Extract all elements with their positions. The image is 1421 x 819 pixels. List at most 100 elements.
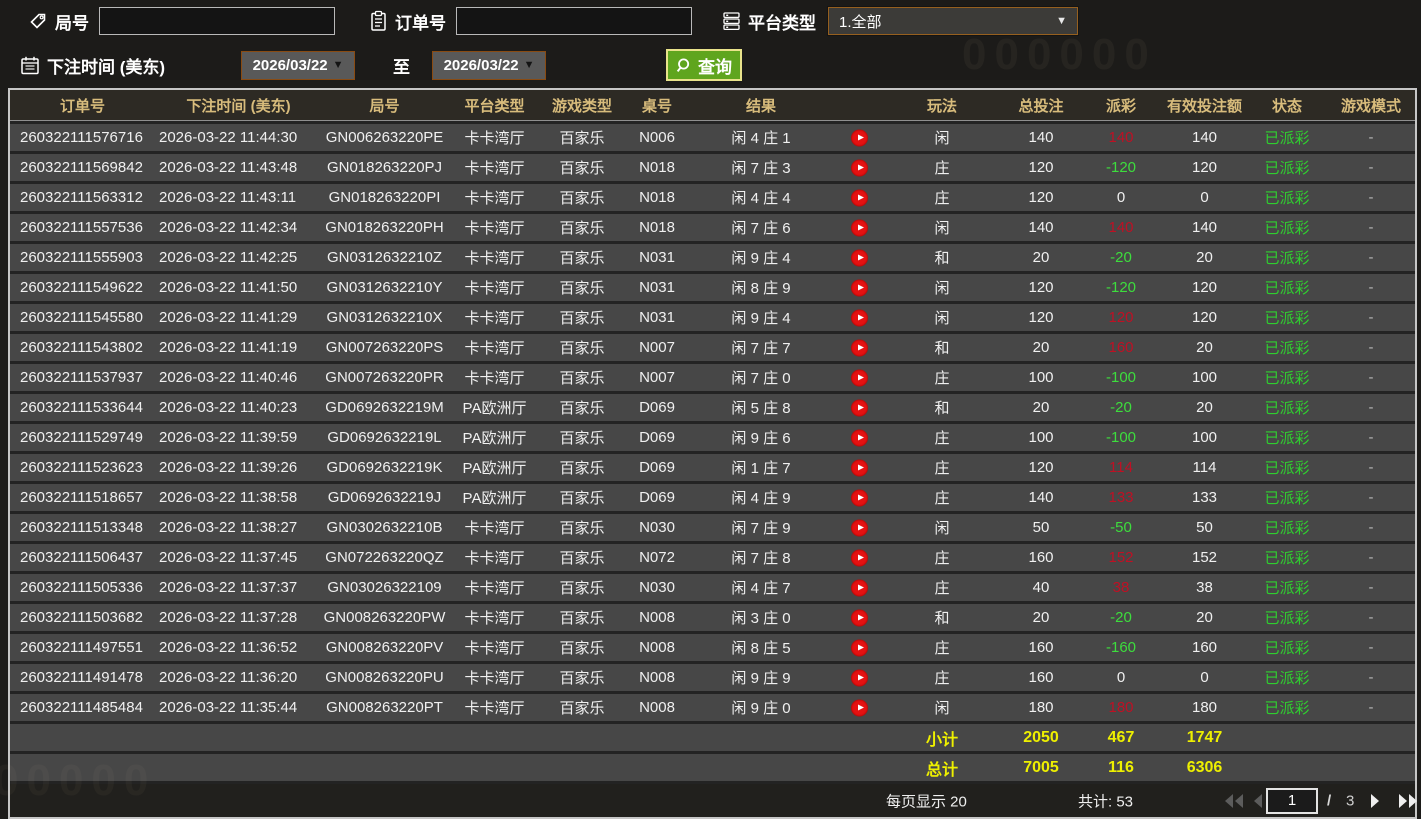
cell-valid-bet: 38 <box>1196 579 1213 596</box>
cell-total-bet: 120 <box>1028 459 1054 476</box>
cell-game-mode: - <box>1368 249 1374 266</box>
replay-play-icon[interactable] <box>851 309 868 326</box>
cell-total-bet: 160 <box>1028 669 1054 686</box>
next-page-button[interactable] <box>1370 793 1381 808</box>
replay-play-icon[interactable] <box>851 579 868 596</box>
cell-game-no: GN0312632210Y <box>326 279 443 296</box>
cell-play-type: 庄 <box>934 640 950 657</box>
first-page-button[interactable] <box>1224 793 1244 808</box>
cell-payout: 114 <box>1109 459 1133 476</box>
cell-status: 已派彩 <box>1264 430 1310 447</box>
search-button[interactable]: 查询 <box>666 49 743 81</box>
cell-payout: 140 <box>1108 219 1134 236</box>
date-to-picker[interactable]: 2026/03/22 ▼ <box>432 50 547 80</box>
col-header-result: 结果 <box>745 97 776 115</box>
cell-game-mode: - <box>1368 489 1374 506</box>
cell-status: 已派彩 <box>1264 190 1310 207</box>
cell-order-no: 260322111506437 <box>20 549 143 566</box>
game-no-input[interactable] <box>99 7 335 35</box>
cell-status: 已派彩 <box>1264 700 1310 717</box>
cell-game-mode: - <box>1368 279 1374 296</box>
cell-play-type: 闲 <box>934 130 950 147</box>
table-row: 260322111533644 2026-03-22 11:40:23 GD06… <box>10 391 1415 421</box>
platform-stack-icon <box>722 11 741 31</box>
cell-total-bet: 20 <box>1032 609 1050 626</box>
replay-play-icon[interactable] <box>851 429 868 446</box>
replay-play-icon[interactable] <box>851 489 868 506</box>
replay-play-icon[interactable] <box>851 519 868 536</box>
replay-play-icon[interactable] <box>851 609 868 626</box>
cell-valid-bet: 160 <box>1191 639 1218 656</box>
replay-play-icon[interactable] <box>851 399 868 416</box>
cell-game-no: GN018263220PH <box>325 219 444 236</box>
cell-result: 闲 1 庄 7 <box>692 457 882 478</box>
cell-result: 闲 3 庄 0 <box>692 607 882 628</box>
cell-bet-time: 2026-03-22 11:39:26 <box>159 459 298 476</box>
cell-result: 闲 8 庄 9 <box>692 277 882 298</box>
last-page-button[interactable] <box>1398 793 1418 808</box>
platform-select[interactable]: 1.全部 ▼ <box>827 6 1079 36</box>
cell-game-type: 百家乐 <box>559 130 605 147</box>
bet-time-label: 下注时间 (美东) <box>47 57 166 77</box>
cell-total-bet: 100 <box>1028 369 1054 386</box>
subtotal-row: 小计 2050 467 1747 <box>10 721 1415 751</box>
cell-table-no: N008 <box>639 669 675 686</box>
replay-play-icon[interactable] <box>851 219 868 236</box>
cell-play-type: 庄 <box>934 430 950 447</box>
replay-play-icon[interactable] <box>851 279 868 296</box>
table-header-row: 订单号 下注时间 (美东) 局号 平台类型 游戏类型 桌号 结果 玩法 总投注 … <box>10 90 1415 121</box>
cell-result: 闲 9 庄 0 <box>692 697 882 718</box>
replay-play-icon[interactable] <box>851 669 868 686</box>
cell-total-bet: 160 <box>1028 639 1054 656</box>
cell-order-no: 260322111557536 <box>20 219 143 236</box>
cell-order-no: 260322111485484 <box>20 699 143 716</box>
filter-bar-top: 局号 订单号 平台类型 1.全部 ▼ <box>0 0 1421 42</box>
date-range-to-label: 至 <box>393 57 411 77</box>
col-header-mode: 游戏模式 <box>1340 97 1401 115</box>
replay-play-icon[interactable] <box>851 639 868 656</box>
cell-bet-time: 2026-03-22 11:43:48 <box>159 159 298 176</box>
replay-play-icon[interactable] <box>851 699 868 716</box>
cell-play-type: 庄 <box>934 490 950 507</box>
cell-bet-time: 2026-03-22 11:40:46 <box>159 369 298 386</box>
replay-play-icon[interactable] <box>851 159 868 176</box>
cell-payout: 160 <box>1108 339 1134 356</box>
cell-valid-bet: 180 <box>1191 699 1218 716</box>
search-button-label: 查询 <box>698 57 733 77</box>
replay-play-icon[interactable] <box>851 459 868 476</box>
cell-bet-time: 2026-03-22 11:37:28 <box>159 609 298 626</box>
cell-platform: 卡卡湾厅 <box>464 310 525 327</box>
order-no-input[interactable] <box>456 7 692 35</box>
date-from-picker[interactable]: 2026/03/22 ▼ <box>241 50 356 80</box>
cell-game-mode: - <box>1368 579 1374 596</box>
cell-play-type: 庄 <box>934 670 950 687</box>
cell-result: 闲 7 庄 8 <box>692 547 882 568</box>
replay-play-icon[interactable] <box>851 339 868 356</box>
replay-play-icon[interactable] <box>851 549 868 566</box>
page-input[interactable] <box>1266 787 1318 814</box>
subtotal-payout: 467 <box>1107 728 1135 746</box>
prev-page-button[interactable] <box>1252 793 1263 808</box>
replay-play-icon[interactable] <box>851 369 868 386</box>
cell-valid-bet: 20 <box>1196 339 1213 356</box>
filter-bar-bottom: 下注时间 (美东) 2026/03/22 ▼ 至 2026/03/22 ▼ 查询 <box>0 42 1421 88</box>
cell-total-bet: 50 <box>1032 519 1050 536</box>
cell-game-no: GN03026322109 <box>327 579 442 596</box>
cell-bet-time: 2026-03-22 11:40:23 <box>159 399 298 416</box>
replay-play-icon[interactable] <box>851 249 868 266</box>
cell-valid-bet: 20 <box>1196 399 1213 416</box>
cell-order-no: 260322111545580 <box>20 309 143 326</box>
table-row: 260322111518657 2026-03-22 11:38:58 GD06… <box>10 481 1415 511</box>
cell-payout: -100 <box>1105 429 1137 446</box>
col-header-valid-bet: 有效投注额 <box>1166 97 1242 115</box>
cell-game-mode: - <box>1368 369 1374 386</box>
platform-select-value: 1.全部 <box>839 13 882 31</box>
cell-order-no: 260322111513348 <box>20 519 143 536</box>
replay-play-icon[interactable] <box>851 129 868 146</box>
cell-order-no: 260322111523623 <box>20 459 143 476</box>
subtotal-label: 小计 <box>925 731 958 749</box>
replay-play-icon[interactable] <box>851 189 868 206</box>
cell-platform: 卡卡湾厅 <box>464 220 525 237</box>
cell-game-type: 百家乐 <box>559 580 605 597</box>
tag-icon <box>28 11 48 31</box>
